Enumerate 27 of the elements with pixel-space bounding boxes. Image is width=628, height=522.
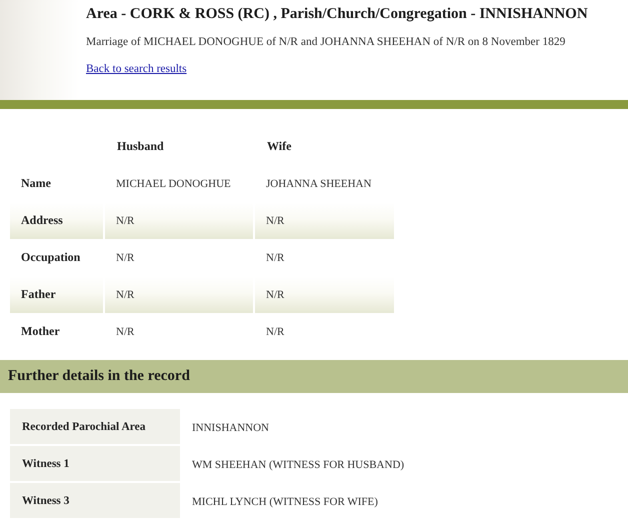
detail-label: Witness 3 bbox=[10, 483, 180, 520]
detail-value: WM SHEEHAN (WITNESS FOR HUSBAND) bbox=[191, 458, 404, 472]
column-header: Wife bbox=[267, 139, 292, 154]
table-cell: N/R bbox=[266, 288, 284, 300]
table-cell: N/R bbox=[116, 288, 134, 300]
detail-label: Recorded Parochial Area bbox=[10, 409, 180, 446]
table-cell: MICHAEL DONOGHUE bbox=[116, 178, 231, 190]
marriage-summary: Marriage of MICHAEL DONOGHUE of N/R and JOHANNA SHEEHAN of N/R on 8 November 1829 bbox=[86, 36, 566, 48]
row-label: Mother bbox=[21, 324, 60, 339]
table-cell: N/R bbox=[116, 326, 134, 338]
table-cell: N/R bbox=[266, 252, 284, 264]
detail-value: INNISHANNON bbox=[191, 420, 269, 436]
row-label: Occupation bbox=[21, 250, 80, 265]
table-cell: N/R bbox=[266, 214, 284, 226]
table-cell: N/R bbox=[266, 326, 284, 338]
row-label: Address bbox=[21, 213, 63, 228]
column-header: Husband bbox=[117, 139, 164, 154]
table-cell: N/R bbox=[116, 252, 134, 264]
detail-value: MICHL LYNCH (WITNESS FOR WIFE) bbox=[191, 494, 378, 510]
record-title: Area - CORK & ROSS (RC) , Parish/Church/Congregation - INNISHANNON bbox=[86, 6, 588, 23]
table-cell: JOHANNA SHEEHAN bbox=[266, 178, 372, 190]
section-heading: Further details in the record bbox=[0, 360, 628, 393]
row-label: Name bbox=[21, 176, 51, 191]
row-label: Father bbox=[21, 287, 56, 302]
back-link[interactable]: Back to search results bbox=[86, 63, 187, 75]
detail-label: Witness 1 bbox=[10, 446, 180, 483]
table-cell: N/R bbox=[116, 214, 134, 226]
